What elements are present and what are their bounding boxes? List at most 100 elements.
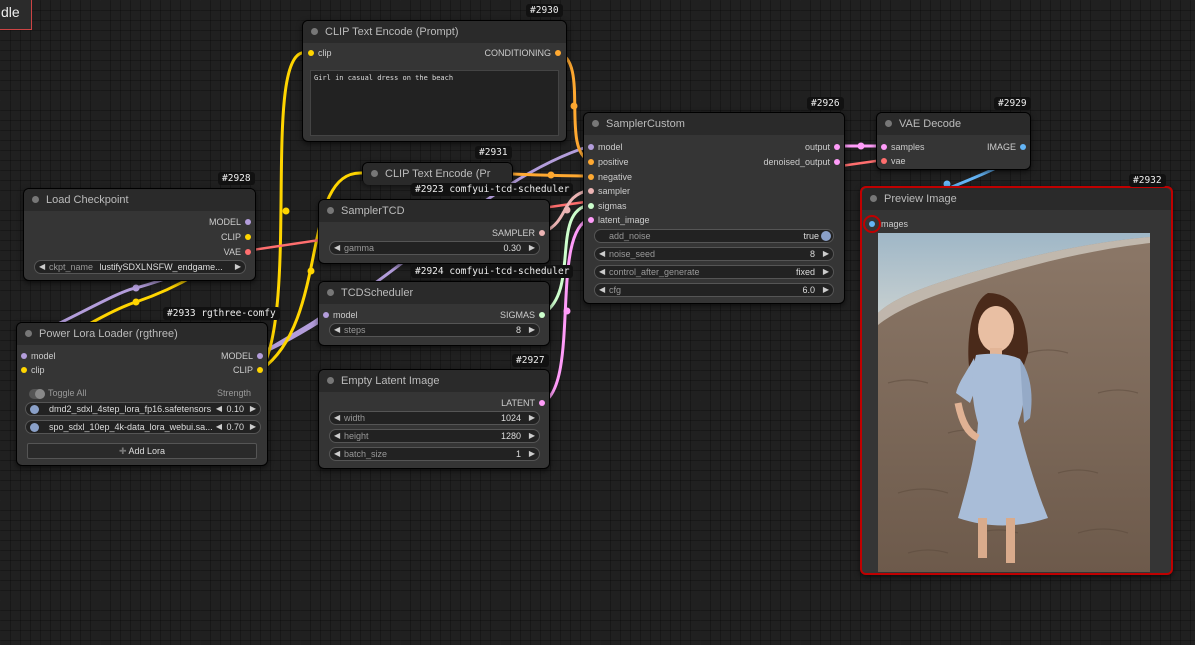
decrement-arrow-icon[interactable]: ◀ xyxy=(599,284,605,296)
increment-arrow-icon[interactable]: ▶ xyxy=(823,284,829,296)
lora-strength[interactable]: 0.10 xyxy=(226,403,244,415)
model-output-socket[interactable] xyxy=(245,219,251,225)
output-socket[interactable] xyxy=(834,144,840,150)
sigmas-output-socket[interactable] xyxy=(539,312,545,318)
positive-input-socket[interactable] xyxy=(588,159,594,165)
denoised-output-socket[interactable] xyxy=(834,159,840,165)
node-title-bar[interactable]: VAE Decode xyxy=(877,113,1030,135)
tcd-scheduler-node[interactable]: TCDScheduler model SIGMAS ◀ steps 8 ▶ xyxy=(318,281,550,346)
decrement-arrow-icon[interactable]: ◀ xyxy=(334,242,340,254)
model-input-socket[interactable] xyxy=(588,144,594,150)
collapse-dot-icon[interactable] xyxy=(371,170,378,177)
clip-input-socket[interactable] xyxy=(308,50,314,56)
node-id-badge: #2931 xyxy=(475,146,512,159)
sampler-tcd-node[interactable]: SamplerTCD SAMPLER ◀ gamma 0.30 ▶ xyxy=(318,199,550,264)
power-lora-loader-node[interactable]: Power Lora Loader (rgthree) model clip M… xyxy=(16,322,268,466)
node-title-bar[interactable]: Power Lora Loader (rgthree) xyxy=(17,323,267,345)
sampler-output-socket[interactable] xyxy=(539,230,545,236)
decrement-arrow-icon[interactable]: ◀ xyxy=(599,248,605,260)
image-output-socket[interactable] xyxy=(1020,144,1026,150)
increment-arrow-icon[interactable]: ▶ xyxy=(250,421,256,433)
sampler-custom-node[interactable]: SamplerCustom model positive negative sa… xyxy=(583,112,845,304)
empty-latent-image-node[interactable]: Empty Latent Image LATENT ◀ width 1024 ▶… xyxy=(318,369,550,469)
width-widget[interactable]: ◀ width 1024 ▶ xyxy=(329,411,540,425)
decrement-arrow-icon[interactable]: ◀ xyxy=(334,448,340,460)
latent-input-socket[interactable] xyxy=(588,217,594,223)
model-input-socket[interactable] xyxy=(323,312,329,318)
increment-arrow-icon[interactable]: ▶ xyxy=(529,448,535,460)
collapse-dot-icon[interactable] xyxy=(592,120,599,127)
add-noise-toggle[interactable]: add_noise true xyxy=(594,229,834,243)
sigmas-input-socket[interactable] xyxy=(588,203,594,209)
collapse-dot-icon[interactable] xyxy=(327,377,334,384)
noise-seed-widget[interactable]: ◀ noise_seed 8 ▶ xyxy=(594,247,834,261)
increment-arrow-icon[interactable]: ▶ xyxy=(529,430,535,442)
decrement-arrow-icon[interactable]: ◀ xyxy=(334,412,340,424)
prompt-textarea[interactable]: Girl in casual dress on the beach xyxy=(310,70,559,136)
node-title-bar[interactable]: CLIP Text Encode (Prompt) xyxy=(303,21,566,43)
vae-decode-node[interactable]: VAE Decode samples vae IMAGE xyxy=(876,112,1031,170)
lora-name[interactable]: spo_sdxl_10ep_4k-data_lora_webui.sa... xyxy=(49,422,213,432)
vae-output-socket[interactable] xyxy=(245,249,251,255)
increment-arrow-icon[interactable]: ▶ xyxy=(529,324,535,336)
node-title-bar[interactable]: TCDScheduler xyxy=(319,282,549,304)
toggle-all-switch[interactable] xyxy=(29,389,45,399)
samples-input-socket[interactable] xyxy=(881,144,887,150)
increment-arrow-icon[interactable]: ▶ xyxy=(250,403,256,415)
collapse-dot-icon[interactable] xyxy=(25,330,32,337)
lora-name[interactable]: dmd2_sdxl_4step_lora_fp16.safetensors xyxy=(49,404,211,414)
node-title-bar[interactable]: Preview Image xyxy=(862,188,1171,210)
decrement-arrow-icon[interactable]: ◀ xyxy=(216,403,222,415)
batch-size-widget[interactable]: ◀ batch_size 1 ▶ xyxy=(329,447,540,461)
collapse-dot-icon[interactable] xyxy=(327,289,334,296)
node-title-bar[interactable]: Empty Latent Image xyxy=(319,370,549,392)
negative-input-socket[interactable] xyxy=(588,174,594,180)
collapse-dot-icon[interactable] xyxy=(327,207,334,214)
load-checkpoint-node[interactable]: Load Checkpoint MODEL CLIP VAE ◀ ckpt_na… xyxy=(23,188,256,281)
clip-output-socket[interactable] xyxy=(257,367,263,373)
collapse-dot-icon[interactable] xyxy=(870,195,877,202)
decrement-arrow-icon[interactable]: ◀ xyxy=(334,430,340,442)
model-input-socket[interactable] xyxy=(21,353,27,359)
increment-arrow-icon[interactable]: ▶ xyxy=(529,412,535,424)
gamma-widget[interactable]: ◀ gamma 0.30 ▶ xyxy=(329,241,540,255)
decrement-arrow-icon[interactable]: ◀ xyxy=(334,324,340,336)
sampler-input-socket[interactable] xyxy=(588,188,594,194)
decrement-arrow-icon[interactable]: ◀ xyxy=(215,421,222,433)
steps-widget[interactable]: ◀ steps 8 ▶ xyxy=(329,323,540,337)
node-title-bar[interactable]: SamplerCustom xyxy=(584,113,844,135)
lora-row-1[interactable]: dmd2_sdxl_4step_lora_fp16.safetensors ◀ … xyxy=(25,402,261,416)
ckpt-name-combo[interactable]: ◀ ckpt_name lustifySDXLNSFW_endgame... ▶ xyxy=(34,260,246,274)
decrement-arrow-icon[interactable]: ◀ xyxy=(599,266,605,278)
lora-row-2[interactable]: spo_sdxl_10ep_4k-data_lora_webui.sa... ◀… xyxy=(25,420,261,434)
conditioning-output-socket[interactable] xyxy=(555,50,561,56)
control-after-generate-widget[interactable]: ◀ control_after_generate fixed ▶ xyxy=(594,265,834,279)
latent-output-socket[interactable] xyxy=(539,400,545,406)
increment-arrow-icon[interactable]: ▶ xyxy=(823,248,829,260)
preview-image-node[interactable]: Preview Image images xyxy=(860,186,1173,575)
clip-text-encode-collapsed-node[interactable]: CLIP Text Encode (Pr xyxy=(362,162,513,185)
collapse-dot-icon[interactable] xyxy=(311,28,318,35)
preview-output-image[interactable] xyxy=(878,233,1150,572)
add-lora-button[interactable]: ✚ Add Lora xyxy=(27,443,257,459)
output-label: denoised_output xyxy=(763,157,830,167)
clip-output-socket[interactable] xyxy=(245,234,251,240)
increment-arrow-icon[interactable]: ▶ xyxy=(235,261,241,273)
lora-enable-toggle[interactable] xyxy=(30,405,39,414)
increment-arrow-icon[interactable]: ▶ xyxy=(823,266,829,278)
decrement-arrow-icon[interactable]: ◀ xyxy=(39,261,45,273)
node-title-bar[interactable]: SamplerTCD xyxy=(319,200,549,222)
lora-enable-toggle[interactable] xyxy=(30,423,39,432)
collapse-dot-icon[interactable] xyxy=(885,120,892,127)
node-title-bar[interactable]: CLIP Text Encode (Pr xyxy=(363,163,512,185)
clip-text-encode-node[interactable]: CLIP Text Encode (Prompt) clip CONDITION… xyxy=(302,20,567,142)
node-title-bar[interactable]: Load Checkpoint xyxy=(24,189,255,211)
increment-arrow-icon[interactable]: ▶ xyxy=(529,242,535,254)
clip-input-socket[interactable] xyxy=(21,367,27,373)
model-output-socket[interactable] xyxy=(257,353,263,359)
collapse-dot-icon[interactable] xyxy=(32,196,39,203)
lora-strength[interactable]: 0.70 xyxy=(226,421,244,433)
cfg-widget[interactable]: ◀ cfg 6.0 ▶ xyxy=(594,283,834,297)
vae-input-socket[interactable] xyxy=(881,158,887,164)
height-widget[interactable]: ◀ height 1280 ▶ xyxy=(329,429,540,443)
